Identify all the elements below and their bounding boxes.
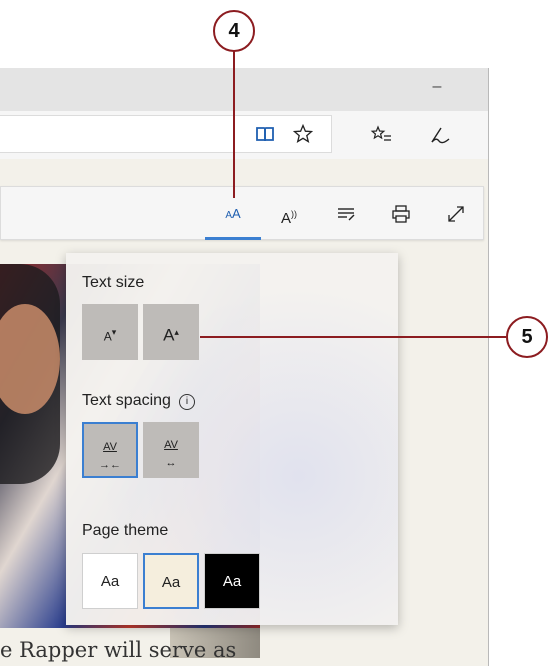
active-tab-indicator bbox=[205, 237, 261, 240]
address-toolbar bbox=[0, 111, 488, 159]
learning-tools-button[interactable] bbox=[329, 199, 363, 229]
info-icon[interactable]: i bbox=[178, 394, 195, 410]
learning-tools-icon bbox=[338, 208, 355, 221]
wide-arrows-icon: ↔ bbox=[165, 457, 177, 469]
callout-4: 4 bbox=[213, 10, 255, 52]
wide-spacing-button[interactable]: AV ↔ bbox=[143, 422, 199, 478]
favorites-list-icon[interactable] bbox=[369, 123, 393, 147]
star-icon[interactable] bbox=[291, 122, 315, 146]
text-spacing-label-text: Text spacing bbox=[82, 392, 171, 409]
read-aloud-button[interactable]: A)) bbox=[272, 199, 306, 229]
address-bar[interactable] bbox=[0, 115, 332, 153]
theme-sepia-button[interactable]: Aa bbox=[143, 553, 199, 609]
text-options-icon: AA bbox=[225, 206, 241, 221]
text-spacing-label: Text spacing i bbox=[82, 392, 195, 410]
book-icon[interactable] bbox=[253, 122, 277, 146]
expand-icon bbox=[448, 206, 464, 222]
spacing-narrow-glyph: AV bbox=[103, 441, 117, 453]
text-size-label: Text size bbox=[82, 274, 145, 291]
decrease-text-size-button[interactable]: A▾ bbox=[82, 304, 138, 360]
text-size-increase-glyph: A bbox=[163, 325, 175, 345]
title-bar: – bbox=[0, 68, 488, 111]
article-text: e Rapper will serve as bbox=[0, 638, 237, 662]
text-size-decrease-glyph: A bbox=[103, 329, 112, 344]
text-options-button[interactable]: AA bbox=[216, 199, 250, 229]
reading-toolbar: AA A)) bbox=[0, 186, 484, 240]
page-theme-label: Page theme bbox=[82, 522, 169, 539]
minimize-button[interactable]: – bbox=[428, 78, 446, 98]
theme-light-button[interactable]: Aa bbox=[82, 553, 138, 609]
narrow-spacing-button[interactable]: AV →← bbox=[82, 422, 138, 478]
narrow-arrows-icon: →← bbox=[99, 459, 121, 471]
spacing-wide-glyph: AV bbox=[164, 439, 178, 451]
print-button[interactable] bbox=[384, 199, 418, 229]
fullscreen-button[interactable] bbox=[439, 199, 473, 229]
theme-dark-button[interactable]: Aa bbox=[204, 553, 260, 609]
read-aloud-icon: A)) bbox=[280, 209, 297, 227]
pen-icon[interactable] bbox=[428, 123, 452, 147]
callout-5: 5 bbox=[506, 316, 548, 358]
callout-5-leader bbox=[200, 336, 506, 338]
print-icon bbox=[392, 205, 410, 223]
callout-4-leader bbox=[233, 48, 235, 198]
increase-text-size-button[interactable]: A▴ bbox=[143, 304, 199, 360]
text-options-panel: Text size A▾ A▴ Text spacing i AV →← AV ↔ P… bbox=[66, 253, 398, 625]
